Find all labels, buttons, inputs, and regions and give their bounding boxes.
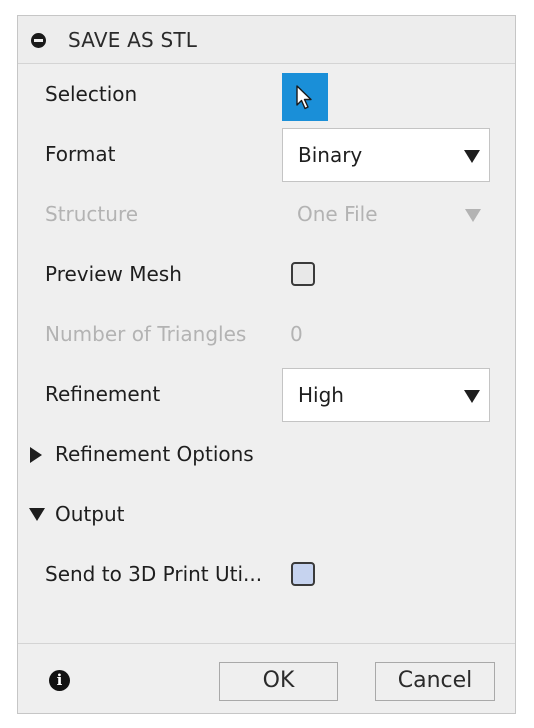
save-as-stl-dialog: SAVE AS STL Selection Format Binary Stru… — [17, 15, 516, 714]
info-icon[interactable]: i — [49, 670, 70, 691]
chevron-down-icon — [465, 209, 481, 222]
structure-dropdown: One File — [282, 188, 490, 242]
send-to-3d-print-label: Send to 3D Print Uti... — [45, 562, 263, 586]
refinement-options-header[interactable]: Refinement Options — [55, 442, 254, 466]
structure-value: One File — [297, 202, 378, 226]
triangles-count: 0 — [290, 322, 303, 346]
structure-label: Structure — [45, 202, 139, 226]
send-to-3d-print-checkbox[interactable] — [291, 562, 315, 586]
chevron-down-icon — [464, 390, 480, 403]
cancel-button[interactable]: Cancel — [375, 662, 495, 701]
refinement-dropdown[interactable]: High — [282, 368, 490, 422]
ok-button[interactable]: OK — [219, 662, 338, 701]
output-header[interactable]: Output — [55, 502, 124, 526]
expand-icon[interactable] — [30, 447, 42, 463]
cursor-arrow-icon — [296, 85, 312, 110]
dialog-titlebar[interactable]: SAVE AS STL — [18, 16, 515, 64]
format-dropdown[interactable]: Binary — [282, 128, 490, 182]
triangles-label: Number of Triangles — [45, 322, 247, 346]
refinement-label: Refinement — [45, 382, 161, 406]
dialog-title: SAVE AS STL — [68, 28, 198, 52]
refinement-value: High — [298, 383, 344, 407]
collapse-icon[interactable] — [31, 33, 46, 48]
preview-mesh-checkbox[interactable] — [291, 262, 315, 286]
format-label: Format — [45, 142, 116, 166]
preview-mesh-label: Preview Mesh — [45, 262, 182, 286]
selection-button[interactable] — [282, 73, 328, 121]
chevron-down-icon — [464, 150, 480, 163]
selection-label: Selection — [45, 82, 138, 106]
format-value: Binary — [298, 143, 363, 167]
collapse-section-icon[interactable] — [29, 508, 45, 521]
